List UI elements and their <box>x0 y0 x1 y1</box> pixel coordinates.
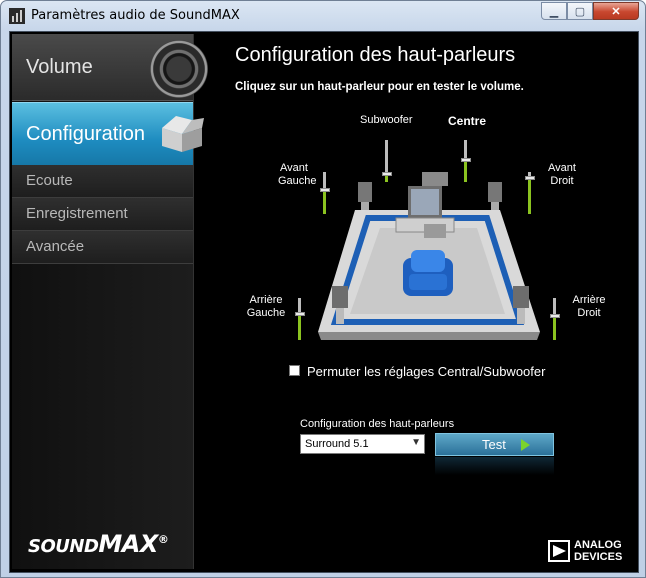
maximize-button[interactable]: ▢ <box>567 2 593 20</box>
play-arrow-icon <box>521 439 530 451</box>
speaker-centre-icon[interactable] <box>422 172 448 186</box>
speaker-front-right-icon[interactable] <box>487 182 503 210</box>
close-icon: ✕ <box>611 5 621 18</box>
soundmax-app-icon <box>9 8 25 24</box>
minimize-icon: ▁ <box>549 5 559 18</box>
analog-devices-mark-icon <box>548 540 570 562</box>
speaker-config-select[interactable]: Surround 5.1 ▼ <box>300 434 425 454</box>
client-area: Volume Configuration Ecoute Enregistreme… <box>9 31 639 573</box>
title-bar: Paramètres audio de SoundMAX ▁ ▢ ✕ <box>1 1 645 31</box>
speaker-config-label: Configuration des haut-parleurs <box>300 418 455 430</box>
speaker-rear-right-icon[interactable] <box>511 286 531 324</box>
test-button[interactable]: Test <box>435 433 554 456</box>
test-button-reflection <box>435 457 554 475</box>
chevron-down-icon: ▼ <box>411 437 421 448</box>
speaker-subwoofer-icon[interactable] <box>424 224 446 238</box>
maximize-icon: ▢ <box>574 5 586 18</box>
speaker-config-value: Surround 5.1 <box>305 438 369 450</box>
swap-checkbox-label: Permuter les réglages Central/Subwoofer <box>307 364 546 379</box>
speaker-room-diagram <box>318 186 540 340</box>
window-title: Paramètres audio de SoundMAX <box>31 8 240 23</box>
speaker-rear-left-icon[interactable] <box>330 286 350 324</box>
close-button[interactable]: ✕ <box>593 2 639 20</box>
speaker-front-left-icon[interactable] <box>357 182 373 210</box>
analog-devices-logo: ANALOG DEVICES <box>548 537 638 567</box>
app-window: Paramètres audio de SoundMAX ▁ ▢ ✕ Volum… <box>0 0 646 578</box>
swap-center-subwoofer-checkbox[interactable] <box>289 365 300 376</box>
minimize-button[interactable]: ▁ <box>541 2 567 20</box>
test-button-label: Test <box>482 437 506 452</box>
